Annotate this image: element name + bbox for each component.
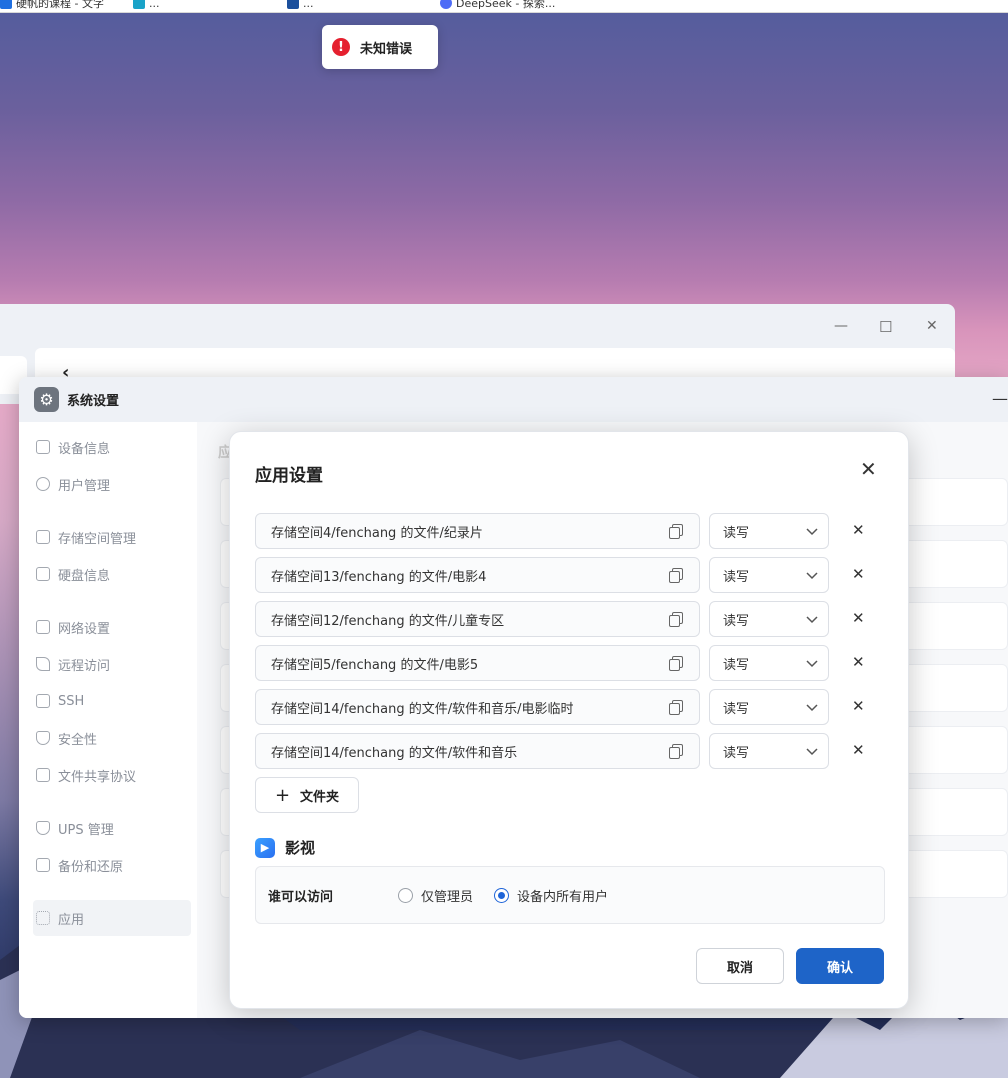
access-label: 谁可以访问 bbox=[268, 890, 334, 905]
copy-icon[interactable] bbox=[669, 656, 683, 671]
ups-icon bbox=[36, 821, 50, 835]
error-toast: ! 未知错误 bbox=[322, 25, 438, 69]
folder-path-field[interactable]: 存储空间13/fenchang 的文件/电影4 bbox=[255, 557, 700, 593]
apps-icon bbox=[36, 911, 50, 925]
user-icon bbox=[36, 477, 50, 491]
permission-select[interactable]: 读写 bbox=[709, 513, 829, 549]
folder-row: 存储空间4/fenchang 的文件/纪录片 读写 ✕ bbox=[255, 513, 875, 549]
bookmark-favicon-icon bbox=[440, 0, 452, 9]
permission-select[interactable]: 读写 bbox=[709, 733, 829, 769]
copy-icon[interactable] bbox=[669, 744, 683, 759]
browser-bookmark-bar: 硬帆的课程 - 文字 ... ... DeepSeek - 探索... bbox=[0, 0, 1008, 13]
app-settings-dialog: 应用设置 ✕ 存储空间4/fenchang 的文件/纪录片 读写 ✕ 存储空间1… bbox=[229, 431, 909, 1009]
copy-icon[interactable] bbox=[669, 700, 683, 715]
copy-icon[interactable] bbox=[669, 524, 683, 539]
sidebar-item-disk[interactable]: 硬盘信息 bbox=[33, 556, 191, 592]
cancel-button[interactable]: 取消 bbox=[696, 948, 784, 984]
folder-row: 存储空间5/fenchang 的文件/电影5 读写 ✕ bbox=[255, 645, 875, 681]
error-icon: ! bbox=[332, 38, 350, 56]
remote-icon bbox=[36, 657, 50, 671]
bookmark[interactable]: DeepSeek - 探索... bbox=[440, 0, 555, 12]
permission-select[interactable]: 读写 bbox=[709, 689, 829, 725]
maximize-icon[interactable]: ☐ bbox=[879, 318, 892, 336]
close-icon[interactable]: ✕ bbox=[926, 318, 938, 334]
close-icon[interactable]: ✕ bbox=[860, 457, 877, 481]
settings-sidebar: 设备信息 用户管理 存储空间管理 硬盘信息 网络设置 远程访问 SSH 安全性 bbox=[19, 422, 197, 1018]
sidebar-item-ups[interactable]: UPS 管理 bbox=[33, 810, 191, 846]
disk-icon bbox=[36, 567, 50, 581]
access-control-box: 谁可以访问 仅管理员 设备内所有用户 bbox=[255, 866, 885, 924]
confirm-button[interactable]: 确认 bbox=[796, 948, 884, 984]
video-app-icon: ▶ bbox=[255, 837, 275, 858]
bookmark[interactable]: ... bbox=[287, 0, 314, 12]
remove-folder-icon[interactable]: ✕ bbox=[852, 653, 865, 671]
sidebar-item-network[interactable]: 网络设置 bbox=[33, 609, 191, 645]
permission-select[interactable]: 读写 bbox=[709, 601, 829, 637]
bookmark-favicon-icon bbox=[0, 0, 12, 9]
remove-folder-icon[interactable]: ✕ bbox=[852, 521, 865, 539]
section-title: 影视 bbox=[285, 839, 316, 857]
add-folder-button[interactable]: + 文件夹 bbox=[255, 777, 359, 813]
folder-row: 存储空间14/fenchang 的文件/软件和音乐/电影临时 读写 ✕ bbox=[255, 689, 875, 725]
chevron-down-icon bbox=[806, 748, 818, 756]
toast-message: 未知错误 bbox=[360, 41, 413, 57]
settings-titlebar: ⚙ 系统设置 — bbox=[19, 377, 1008, 422]
folder-row: 存储空间12/fenchang 的文件/儿童专区 读写 ✕ bbox=[255, 601, 875, 637]
sidebar-item-storage[interactable]: 存储空间管理 bbox=[33, 519, 191, 555]
plus-icon: + bbox=[274, 784, 291, 806]
folder-path-field[interactable]: 存储空间12/fenchang 的文件/儿童专区 bbox=[255, 601, 700, 637]
bookmark-favicon-icon bbox=[133, 0, 145, 9]
folder-path-field[interactable]: 存储空间4/fenchang 的文件/纪录片 bbox=[255, 513, 700, 549]
gear-icon: ⚙ bbox=[34, 387, 59, 412]
backup-icon bbox=[36, 858, 50, 872]
folder-row: 存储空间13/fenchang 的文件/电影4 读写 ✕ bbox=[255, 557, 875, 593]
minimize-icon[interactable]: — bbox=[992, 389, 1008, 408]
bookmark[interactable]: 硬帆的课程 - 文字 bbox=[0, 0, 104, 12]
folder-path-field[interactable]: 存储空间5/fenchang 的文件/电影5 bbox=[255, 645, 700, 681]
sidebar-item-file-share[interactable]: 文件共享协议 bbox=[33, 757, 191, 793]
remove-folder-icon[interactable]: ✕ bbox=[852, 609, 865, 627]
folder-path-field[interactable]: 存储空间14/fenchang 的文件/软件和音乐 bbox=[255, 733, 700, 769]
remove-folder-icon[interactable]: ✕ bbox=[852, 565, 865, 583]
radio-button-checked[interactable] bbox=[494, 888, 509, 903]
bookmark-favicon-icon bbox=[287, 0, 299, 9]
copy-icon[interactable] bbox=[669, 612, 683, 627]
storage-icon bbox=[36, 530, 50, 544]
permission-select[interactable]: 读写 bbox=[709, 557, 829, 593]
remove-folder-icon[interactable]: ✕ bbox=[852, 741, 865, 759]
chevron-down-icon bbox=[806, 616, 818, 624]
minimize-icon[interactable]: — bbox=[834, 318, 848, 334]
chevron-down-icon bbox=[806, 704, 818, 712]
radio-admin-only[interactable]: 仅管理员 bbox=[398, 886, 473, 905]
folder-path-field[interactable]: 存储空间14/fenchang 的文件/软件和音乐/电影临时 bbox=[255, 689, 700, 725]
sidebar-item-users[interactable]: 用户管理 bbox=[33, 466, 191, 502]
file-share-icon bbox=[36, 768, 50, 782]
folder-row: 存储空间14/fenchang 的文件/软件和音乐 读写 ✕ bbox=[255, 733, 875, 769]
ssh-icon bbox=[36, 694, 50, 708]
sidebar-item-security[interactable]: 安全性 bbox=[33, 720, 191, 756]
remove-folder-icon[interactable]: ✕ bbox=[852, 697, 865, 715]
bookmark[interactable]: ... bbox=[133, 0, 160, 12]
sidebar-item-remote[interactable]: 远程访问 bbox=[33, 646, 191, 682]
sidebar-item-backup[interactable]: 备份和还原 bbox=[33, 847, 191, 883]
radio-all-users[interactable]: 设备内所有用户 bbox=[494, 886, 608, 905]
window-title: 系统设置 bbox=[67, 394, 120, 409]
copy-icon[interactable] bbox=[669, 568, 683, 583]
chevron-down-icon bbox=[806, 528, 818, 536]
device-icon bbox=[36, 440, 50, 454]
chevron-down-icon bbox=[806, 660, 818, 668]
network-icon bbox=[36, 620, 50, 634]
sidebar-item-device-info[interactable]: 设备信息 bbox=[33, 429, 191, 465]
chevron-down-icon bbox=[806, 572, 818, 580]
permission-select[interactable]: 读写 bbox=[709, 645, 829, 681]
dialog-title: 应用设置 bbox=[255, 466, 323, 486]
radio-button[interactable] bbox=[398, 888, 413, 903]
video-section-header: ▶ 影视 bbox=[255, 837, 315, 858]
shield-icon bbox=[36, 731, 50, 745]
sidebar-item-ssh[interactable]: SSH bbox=[33, 683, 191, 719]
sidebar-item-apps[interactable]: 应用 bbox=[33, 900, 191, 936]
